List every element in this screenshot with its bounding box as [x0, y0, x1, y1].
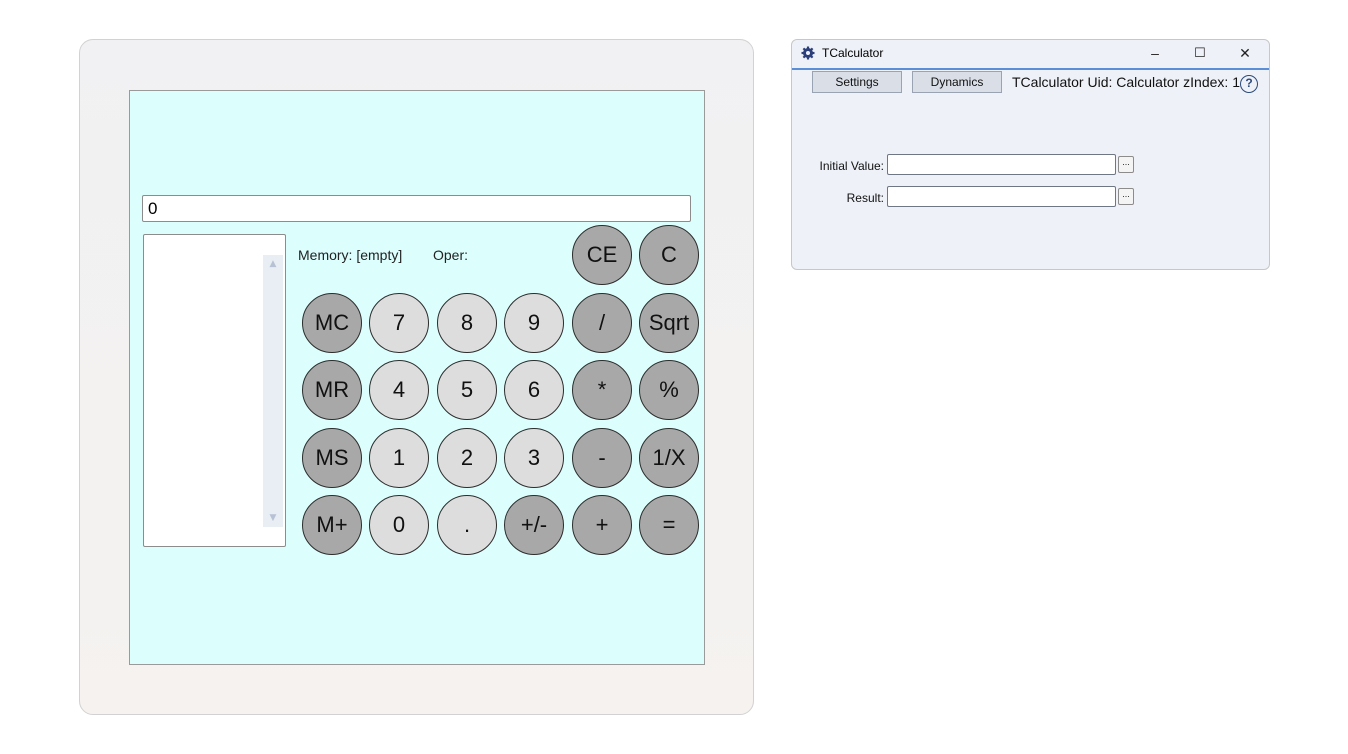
decimal-button[interactable]: . — [437, 495, 497, 555]
digit-3-button[interactable]: 3 — [504, 428, 564, 488]
c-button[interactable]: C — [639, 225, 699, 285]
oper-label: Oper: — [433, 247, 469, 263]
mc-button[interactable]: MC — [302, 293, 362, 353]
digit-1-button[interactable]: 1 — [369, 428, 429, 488]
initial-value-label: Initial Value: — [819, 159, 884, 173]
sqrt-button[interactable]: Sqrt — [639, 293, 699, 353]
digit-2-button[interactable]: 2 — [437, 428, 497, 488]
tab-dynamics[interactable]: Dynamics — [912, 71, 1002, 93]
percent-button[interactable]: % — [639, 360, 699, 420]
add-button[interactable]: + — [572, 495, 632, 555]
initial-value-field[interactable] — [887, 154, 1116, 175]
maximize-icon[interactable]: ☐ — [1190, 44, 1210, 62]
digit-4-button[interactable]: 4 — [369, 360, 429, 420]
result-browse-button[interactable]: ... — [1118, 188, 1134, 205]
initial-value-browse-button[interactable]: ... — [1118, 156, 1134, 173]
window-title: TCalculator — [822, 46, 884, 60]
digit-7-button[interactable]: 7 — [369, 293, 429, 353]
component-uid-label: TCalculator Uid: Calculator zIndex: 1 — [1012, 74, 1240, 90]
m-plus-button[interactable]: M+ — [302, 495, 362, 555]
mr-button[interactable]: MR — [302, 360, 362, 420]
digit-0-button[interactable]: 0 — [369, 495, 429, 555]
ms-button[interactable]: MS — [302, 428, 362, 488]
digit-8-button[interactable]: 8 — [437, 293, 497, 353]
reciprocal-button[interactable]: 1/X — [639, 428, 699, 488]
tab-settings[interactable]: Settings — [812, 71, 902, 93]
window-titlebar[interactable]: TCalculator – ☐ ✕ — [792, 40, 1269, 70]
scroll-down-icon[interactable]: ▼ — [263, 511, 283, 525]
close-icon[interactable]: ✕ — [1235, 44, 1255, 62]
minimize-icon[interactable]: – — [1145, 44, 1165, 62]
help-icon[interactable]: ? — [1240, 75, 1258, 93]
properties-window: TCalculator – ☐ ✕ Settings Dynamics TCal… — [791, 39, 1270, 270]
digit-5-button[interactable]: 5 — [437, 360, 497, 420]
ce-button[interactable]: CE — [572, 225, 632, 285]
memory-label: Memory: [empty] — [298, 247, 403, 263]
calculator-display[interactable]: 0 — [142, 195, 691, 222]
subtract-button[interactable]: - — [572, 428, 632, 488]
result-field[interactable] — [887, 186, 1116, 207]
negate-button[interactable]: +/- — [504, 495, 564, 555]
scroll-up-icon[interactable]: ▲ — [263, 257, 283, 271]
digit-6-button[interactable]: 6 — [504, 360, 564, 420]
history-scrollbar[interactable]: ▲ ▼ — [263, 255, 283, 527]
result-label: Result: — [846, 191, 884, 205]
digit-9-button[interactable]: 9 — [504, 293, 564, 353]
equals-button[interactable]: = — [639, 495, 699, 555]
multiply-button[interactable]: * — [572, 360, 632, 420]
divide-button[interactable]: / — [572, 293, 632, 353]
gear-icon — [801, 46, 815, 60]
